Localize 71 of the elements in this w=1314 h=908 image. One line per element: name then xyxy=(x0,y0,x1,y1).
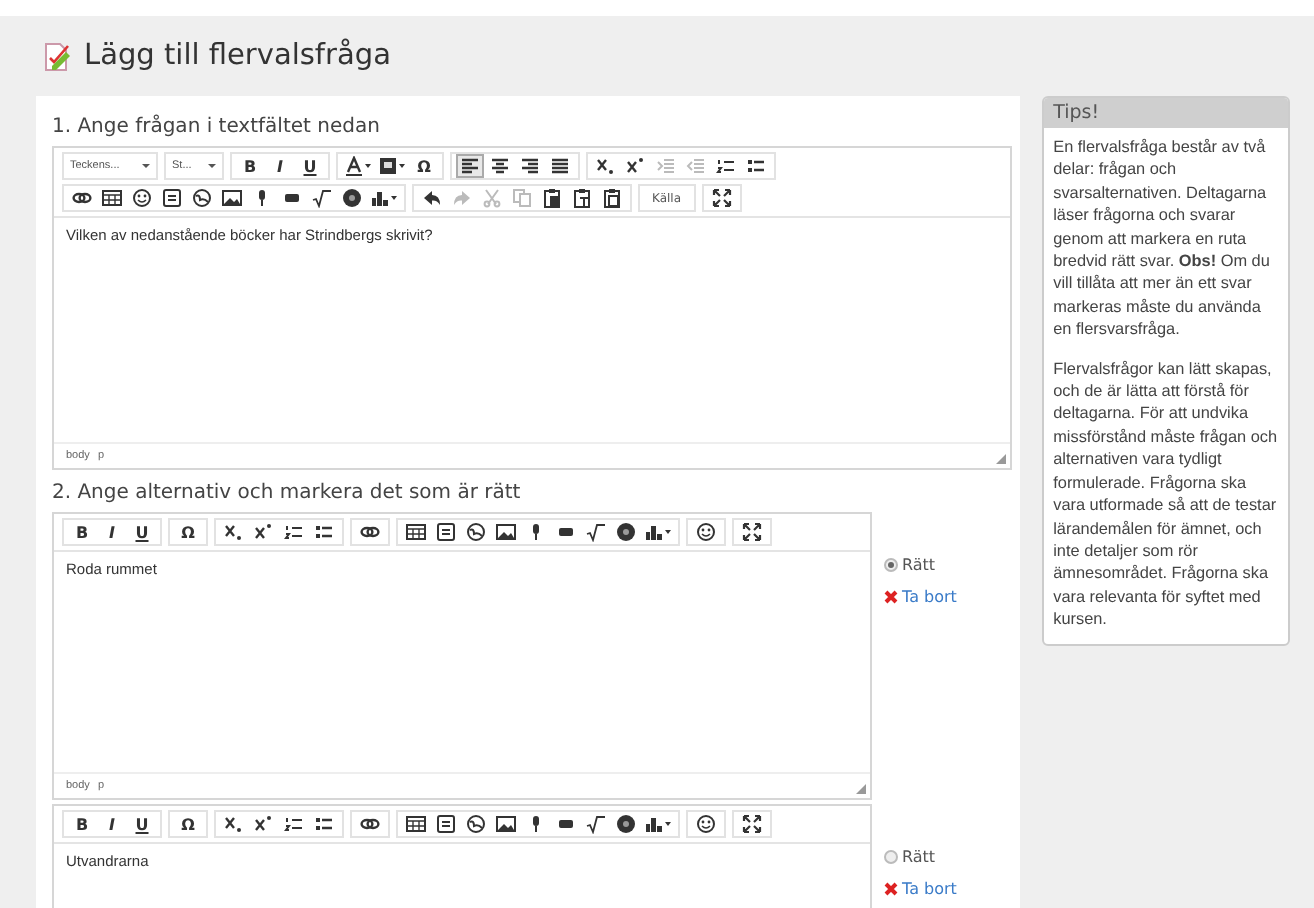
fullscreen-icon[interactable] xyxy=(738,812,766,836)
bullet-list-icon[interactable] xyxy=(742,154,770,178)
underline-button[interactable]: U xyxy=(128,812,156,836)
bold-button[interactable]: B xyxy=(236,154,264,178)
fullscreen-icon[interactable] xyxy=(738,520,766,544)
image-icon[interactable] xyxy=(492,520,520,544)
template-icon[interactable] xyxy=(432,812,460,836)
underline-button[interactable]: U xyxy=(128,520,156,544)
template-icon[interactable] xyxy=(432,520,460,544)
special-character-button[interactable]: Ω xyxy=(410,154,438,178)
italic-button[interactable]: I xyxy=(98,812,126,836)
disc-icon[interactable] xyxy=(338,186,366,210)
highlight-icon[interactable] xyxy=(376,154,408,178)
chart-icon[interactable] xyxy=(642,812,674,836)
align-right-icon[interactable] xyxy=(516,154,544,178)
remove-link[interactable]: Ta bort xyxy=(884,880,957,898)
section-heading: 1. Ange frågan i textfältet nedan xyxy=(52,116,382,138)
image-icon[interactable] xyxy=(492,812,520,836)
numbered-list-icon[interactable] xyxy=(712,154,740,178)
remove-link[interactable]: Ta bort xyxy=(884,588,957,606)
edit-document-icon xyxy=(44,41,72,71)
numbered-list-icon[interactable] xyxy=(280,520,308,544)
square-root-icon[interactable] xyxy=(582,812,610,836)
close-icon xyxy=(884,590,898,604)
table-icon[interactable] xyxy=(98,186,126,210)
text-color-icon[interactable] xyxy=(342,154,374,178)
italic-button[interactable]: I xyxy=(98,520,126,544)
tips-paragraph: Flervalsfrågor kan lätt skapas, och de är lätta att förstå för deltagarna. För att undvika missförstånd måste frågan och alternativen vara tydligt formulerade. Frågorna ska vara utformade så att de testar lärandemålen för ämnet, och inte detaljer som rör ämnesområdet. Frågorna ska vara relevanta för syftet med kursen. xyxy=(1053,357,1278,632)
paste-word-icon[interactable] xyxy=(598,186,626,210)
image-icon[interactable] xyxy=(218,186,246,210)
template-icon[interactable] xyxy=(158,186,186,210)
resize-handle-icon[interactable] xyxy=(995,454,1006,464)
bold-button[interactable]: B xyxy=(68,520,96,544)
close-icon xyxy=(884,882,898,896)
bold-button[interactable]: B xyxy=(68,812,96,836)
table-icon[interactable] xyxy=(402,812,430,836)
smiley-icon[interactable] xyxy=(128,186,156,210)
chart-icon[interactable] xyxy=(642,520,674,544)
align-left-icon[interactable] xyxy=(456,154,484,178)
table-icon[interactable] xyxy=(402,520,430,544)
fullscreen-icon[interactable] xyxy=(707,186,736,210)
disc-icon[interactable] xyxy=(612,812,640,836)
paste-icon[interactable] xyxy=(538,186,566,210)
section-heading: 2. Ange alternativ och markera det som är rätt xyxy=(52,482,523,504)
tips-title: Tips! xyxy=(1043,98,1288,128)
special-character-button[interactable]: Ω xyxy=(174,812,202,836)
square-root-icon[interactable] xyxy=(308,186,336,210)
italic-button[interactable]: I xyxy=(266,154,294,178)
numbered-list-icon[interactable] xyxy=(280,812,308,836)
correct-radio[interactable]: Rätt xyxy=(884,556,957,574)
bullet-list-icon[interactable] xyxy=(310,520,338,544)
globe-icon[interactable] xyxy=(462,520,490,544)
correct-radio[interactable]: Rätt xyxy=(884,848,957,866)
resize-handle-icon[interactable] xyxy=(856,784,866,794)
page-title: Lägg till flervalsfråga xyxy=(84,40,391,72)
align-center-icon[interactable] xyxy=(486,154,514,178)
radio-icon[interactable] xyxy=(884,558,898,572)
smiley-icon[interactable] xyxy=(692,520,720,544)
paste-text-icon[interactable] xyxy=(568,186,596,210)
tips-paragraph: En flervalsfråga består av två delar: frågan och svarsalternativen. Deltagarna läser frågorna och svarar genom att markera en ruta bredvid rätt svar. Obs! Om du vill tillåta att mer än ett svar markeras måste du använda en flersvarsfråga. xyxy=(1053,136,1272,342)
special-character-button[interactable]: Ω xyxy=(174,520,202,544)
square-root-icon[interactable] xyxy=(582,520,610,544)
globe-icon[interactable] xyxy=(462,812,490,836)
bullet-list-icon[interactable] xyxy=(310,812,338,836)
radio-icon[interactable] xyxy=(884,850,898,864)
align-justify-icon[interactable] xyxy=(546,154,574,178)
globe-icon[interactable] xyxy=(188,186,216,210)
disc-icon[interactable] xyxy=(612,520,640,544)
chart-icon[interactable] xyxy=(368,186,400,210)
smiley-icon[interactable] xyxy=(692,812,720,836)
underline-button[interactable]: U xyxy=(296,154,324,178)
